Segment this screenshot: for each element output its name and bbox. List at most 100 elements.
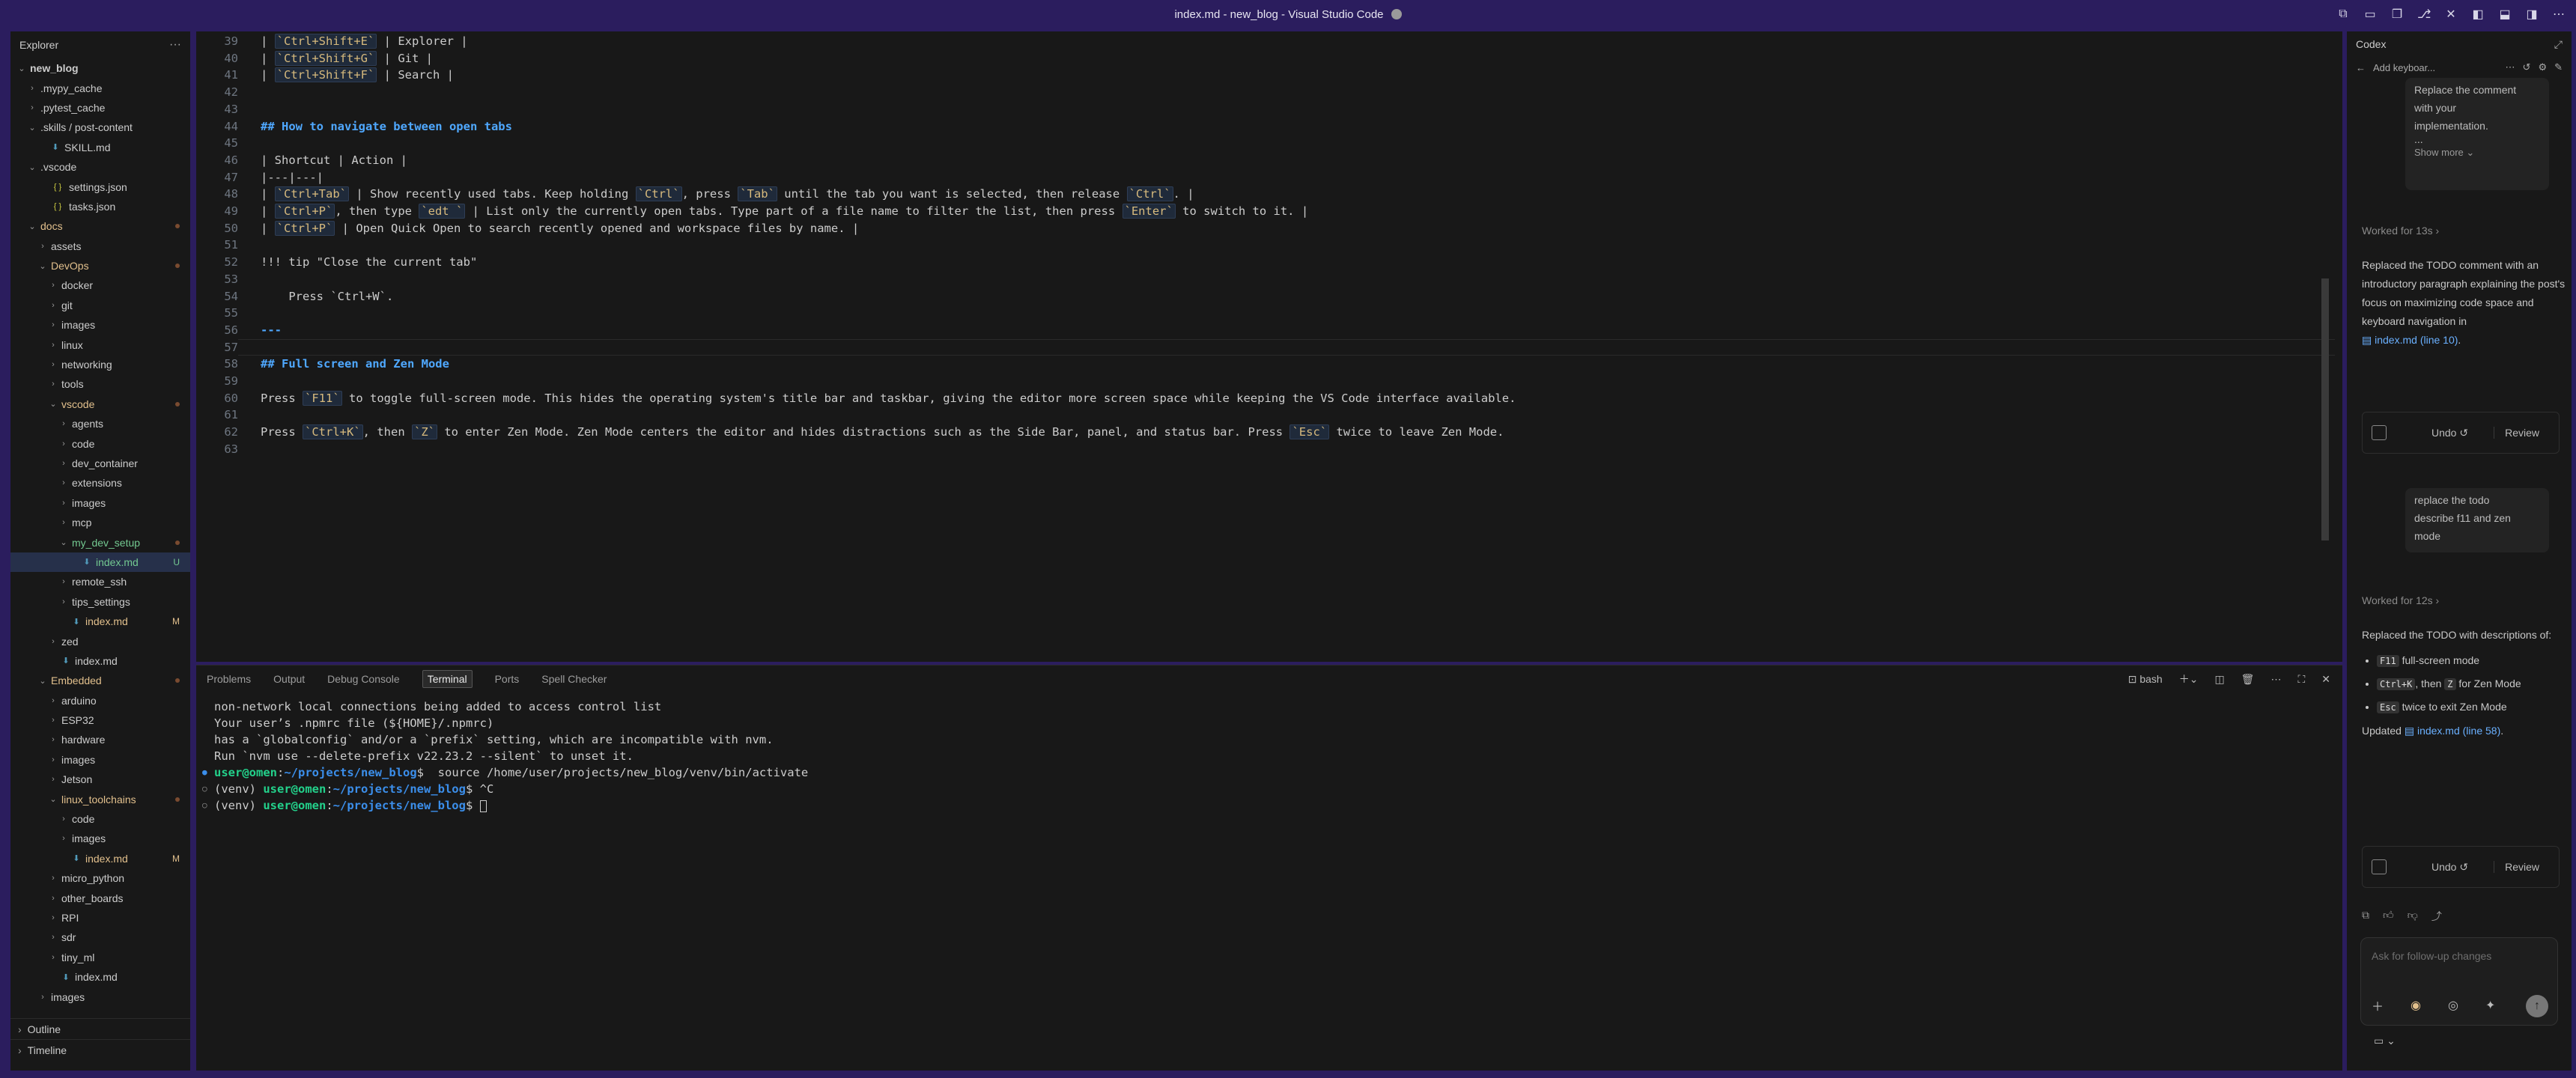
explorer-more-icon[interactable]: ··· [169, 38, 181, 52]
tree-item[interactable]: › dev_container [10, 454, 190, 473]
sparkle-icon[interactable]: ✦ [2485, 998, 2495, 1013]
tree-item[interactable]: › images [10, 987, 190, 1006]
tree-item[interactable]: › tiny_ml [10, 948, 190, 967]
tree-item[interactable]: › RPI [10, 908, 190, 928]
tree-item[interactable]: › images [10, 315, 190, 335]
tree-item[interactable]: › mcp [10, 513, 190, 532]
copy-icon[interactable]: ⧉ [2362, 909, 2369, 924]
command-decoration-icon[interactable]: ○ [202, 797, 207, 814]
tree-item[interactable]: › micro_python [10, 868, 190, 888]
maximize-panel-icon[interactable]: ⛶ [2297, 673, 2305, 686]
file-link[interactable]: ▤ index.md (line 58) [2405, 725, 2500, 737]
code-line[interactable]: | `Ctrl+Shift+E` | Explorer | [261, 33, 468, 50]
editor-scrollbar[interactable] [2321, 278, 2329, 540]
tree-item[interactable]: ⌄ linux_toolchains [10, 789, 190, 808]
thumbs-down-icon[interactable]: 👎︎ [2408, 909, 2418, 924]
tree-item[interactable]: { } settings.json [10, 177, 190, 196]
tree-item[interactable]: › arduino [10, 691, 190, 710]
tree-item[interactable]: ⌄ .skills / post-content [10, 118, 190, 137]
history-icon[interactable]: ↺ [2523, 61, 2531, 73]
more-icon[interactable]: ⋯ [2552, 7, 2566, 22]
settings-icon[interactable]: ⚙ [2538, 61, 2547, 73]
review-button[interactable]: Review [2494, 861, 2539, 873]
source-control-icon[interactable]: ⎇ [2417, 7, 2431, 22]
tree-item[interactable]: › extensions [10, 473, 190, 493]
warning-icon[interactable]: ◉ [2411, 998, 2421, 1013]
code-line[interactable]: | `Ctrl+Shift+G` | Git | [261, 50, 433, 67]
tree-item[interactable]: › .mypy_cache [10, 78, 190, 97]
new-terminal-icon[interactable]: ＋⌄ [2179, 672, 2199, 686]
chat-input-box[interactable]: Ask for follow-up changes ＋ ◉ ◎ ✦ ↑ [2360, 937, 2558, 1026]
tree-item[interactable]: ⬇ index.md M [10, 849, 190, 868]
tree-item[interactable]: › Jetson [10, 770, 190, 789]
accounts-icon[interactable]: ⧉ [2336, 7, 2350, 21]
more-icon[interactable]: ⋯ [2270, 673, 2281, 686]
tree-item[interactable]: ⌄ my_dev_setup [10, 532, 190, 552]
code-line[interactable]: !!! tip "Close the current tab" [261, 254, 477, 271]
toggle-sidebar-icon[interactable]: ◧ [2471, 7, 2485, 22]
expand-icon[interactable]: ⤢ [2554, 38, 2563, 51]
copilot-icon[interactable] [1391, 9, 1402, 19]
tree-item[interactable]: › images [10, 493, 190, 513]
command-decoration-icon[interactable]: ○ [202, 781, 207, 797]
new-chat-icon[interactable]: ✎ [2554, 61, 2563, 73]
tree-item[interactable]: › assets [10, 237, 190, 256]
thumbs-up-icon[interactable]: 👍︎ [2383, 909, 2394, 924]
panel-tab[interactable]: Ports [495, 673, 520, 685]
add-context-icon[interactable]: ＋ [2372, 996, 2384, 1014]
terminal-output[interactable]: non-network local connections being adde… [202, 698, 808, 814]
tree-item[interactable]: ⌄ vscode [10, 395, 190, 414]
send-button[interactable]: ↑ [2526, 995, 2548, 1017]
panel-tab[interactable]: Terminal [422, 670, 473, 688]
layout-icon[interactable]: ▭ [2363, 7, 2377, 22]
tree-item[interactable]: › images [10, 829, 190, 848]
code-line[interactable]: | Shortcut | Action | [261, 152, 407, 169]
tree-item[interactable]: ⬇ index.md [10, 651, 190, 671]
share-icon[interactable]: ⤴ [2431, 909, 2442, 924]
file-link[interactable]: ▤ index.md (line 10) [2362, 334, 2458, 346]
file-diff-icon[interactable] [2372, 859, 2387, 874]
code-line[interactable]: | `Ctrl+Shift+F` | Search | [261, 67, 454, 84]
tree-item[interactable]: › git [10, 296, 190, 315]
review-button[interactable]: Review [2494, 427, 2539, 439]
tree-item[interactable]: ⌄ .vscode [10, 157, 190, 177]
tree-item[interactable]: ⬇ index.md [10, 967, 190, 987]
tree-item[interactable]: › zed [10, 631, 190, 651]
chat-input-placeholder[interactable]: Ask for follow-up changes [2372, 950, 2491, 962]
tree-item[interactable]: › .pytest_cache [10, 98, 190, 118]
panel-tab[interactable]: Problems [207, 673, 251, 685]
tree-item[interactable]: › tools [10, 374, 190, 394]
tree-item[interactable]: ⌄ DevOps [10, 256, 190, 275]
editor-area[interactable]: 39 | `Ctrl+Shift+E` | Explorer | 40 | `Ctrl… [196, 31, 2342, 662]
command-decoration-icon[interactable]: ● [202, 764, 207, 781]
undo-button[interactable]: Undo ↺ [2431, 861, 2468, 874]
code-line[interactable]: ## Full screen and Zen Mode [261, 356, 449, 373]
timeline-section[interactable]: › Timeline [10, 1039, 190, 1060]
tree-item[interactable]: › images [10, 750, 190, 770]
code-line[interactable]: --- [261, 322, 282, 339]
undo-button[interactable]: Undo ↺ [2431, 427, 2468, 439]
tree-item[interactable]: › code [10, 809, 190, 829]
tree-item[interactable]: › sdr [10, 928, 190, 947]
tree-item[interactable]: ⬇ SKILL.md [10, 138, 190, 157]
tree-item[interactable]: › other_boards [10, 888, 190, 907]
model-icon[interactable]: ◎ [2448, 998, 2458, 1013]
tree-item[interactable]: › ESP32 [10, 710, 190, 730]
tree-item[interactable]: ⬇ index.md U [10, 552, 190, 573]
tree-item[interactable]: › docker [10, 275, 190, 295]
outline-section[interactable]: › Outline [10, 1018, 190, 1039]
code-line[interactable]: Press `Ctrl+W`. [261, 288, 393, 305]
worked-duration-1[interactable]: Worked for 13s › [2362, 225, 2439, 237]
toggle-panel-icon[interactable]: ⬓ [2498, 7, 2512, 22]
tree-item[interactable]: › code [10, 433, 190, 453]
code-line[interactable]: |---|---| [261, 169, 323, 186]
tree-item[interactable]: › agents [10, 414, 190, 433]
toggle-secondary-sidebar-icon[interactable]: ◨ [2525, 7, 2539, 22]
code-line[interactable]: Press `F11` to toggle full-screen mode. … [261, 390, 1516, 407]
tree-item[interactable]: ⌄ docs [10, 216, 190, 236]
show-more-link[interactable]: Show more ⌄ [2414, 144, 2540, 162]
trash-icon[interactable]: 🗑 [2241, 673, 2255, 686]
panel-tab[interactable]: Output [273, 673, 305, 685]
split-terminal-icon[interactable]: ◫ [2214, 673, 2224, 686]
close-window-icon[interactable]: ✕ [2444, 7, 2458, 22]
